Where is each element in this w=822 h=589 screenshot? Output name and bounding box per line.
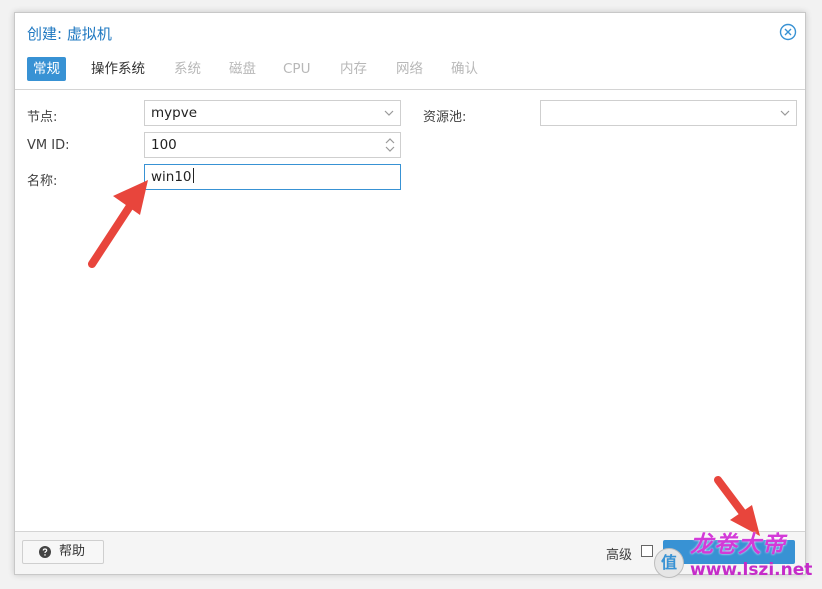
chevron-down-icon[interactable] bbox=[384, 109, 394, 117]
help-button-label: 帮助 bbox=[59, 544, 86, 559]
watermark-badge: 值 bbox=[654, 548, 684, 578]
text-caret bbox=[192, 168, 194, 183]
vmid-spinner-field[interactable]: 100 bbox=[144, 132, 401, 158]
dialog-titlebar: 创建: 虚拟机 bbox=[15, 13, 805, 53]
tab-cpu[interactable]: CPU bbox=[277, 57, 316, 81]
watermark-text: 龙卷大帝 bbox=[690, 531, 786, 558]
create-vm-dialog: 创建: 虚拟机 常规 操作系统 系统 磁盘 CPU 内存 网络 确认 节点: m… bbox=[14, 12, 806, 575]
vmid-value: 100 bbox=[151, 137, 177, 153]
node-select[interactable]: mypve bbox=[144, 100, 401, 126]
chevron-down-icon[interactable] bbox=[780, 109, 790, 117]
advanced-checkbox[interactable] bbox=[641, 545, 653, 557]
advanced-label: 高级 bbox=[606, 548, 633, 563]
tab-memory[interactable]: 内存 bbox=[334, 57, 373, 81]
tab-general[interactable]: 常规 bbox=[27, 57, 66, 81]
wizard-tabbar: 常规 操作系统 系统 磁盘 CPU 内存 网络 确认 bbox=[27, 57, 793, 83]
node-value: mypve bbox=[151, 105, 198, 121]
tab-system[interactable]: 系统 bbox=[168, 57, 207, 81]
watermark-url: www.lszi.net bbox=[690, 560, 813, 580]
close-circle-icon[interactable] bbox=[779, 23, 797, 41]
name-value: win10 bbox=[151, 169, 192, 185]
name-input[interactable]: win10 bbox=[144, 164, 401, 190]
tab-divider bbox=[15, 89, 805, 90]
pool-select[interactable] bbox=[540, 100, 797, 126]
tab-disk[interactable]: 磁盘 bbox=[223, 57, 262, 81]
dialog-title: 创建: 虚拟机 bbox=[27, 25, 112, 43]
dialog-footer: 帮助 高级 bbox=[15, 531, 805, 574]
tab-os[interactable]: 操作系统 bbox=[85, 57, 151, 81]
tab-network[interactable]: 网络 bbox=[390, 57, 429, 81]
question-circle-icon bbox=[39, 546, 51, 558]
vmid-label: VM ID: bbox=[27, 138, 70, 153]
tab-confirm[interactable]: 确认 bbox=[445, 57, 484, 81]
pool-label: 资源池: bbox=[423, 110, 467, 125]
name-label: 名称: bbox=[27, 174, 58, 189]
spinner-arrows-icon[interactable] bbox=[385, 136, 395, 154]
node-label: 节点: bbox=[27, 110, 58, 125]
help-button[interactable]: 帮助 bbox=[22, 540, 104, 564]
